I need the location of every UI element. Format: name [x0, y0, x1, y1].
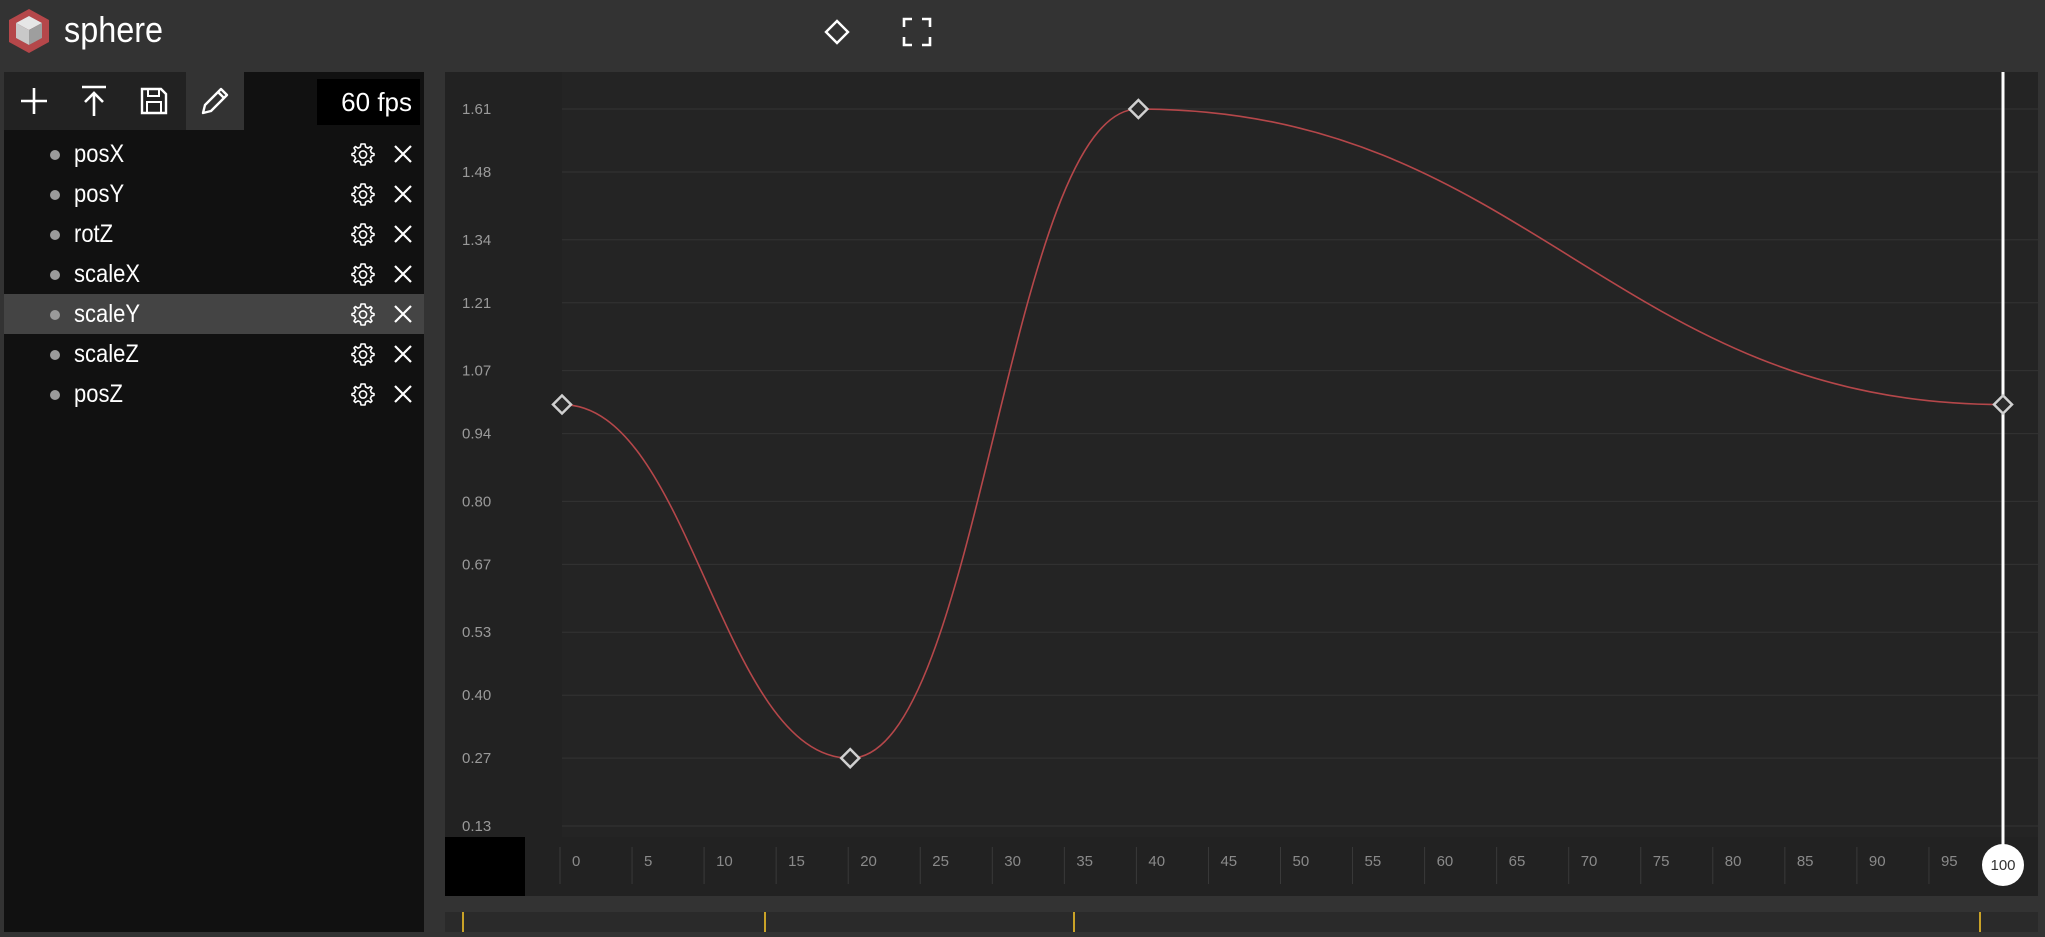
- track-dot: [50, 350, 60, 360]
- x-tick-label: 35: [1076, 853, 1093, 870]
- fullscreen-icon: [902, 17, 932, 47]
- gear-icon[interactable]: [351, 382, 375, 406]
- gear-icon[interactable]: [351, 142, 375, 166]
- x-tick-label: 30: [1004, 853, 1021, 870]
- gear-icon[interactable]: [351, 182, 375, 206]
- close-icon[interactable]: [392, 223, 414, 245]
- x-tick-label: 0: [572, 853, 580, 870]
- curve-graph[interactable]: 0.13 0.27 0.40 0.53 0.67 0.80 0.94 1.07 1.21 1.34…: [445, 72, 2038, 896]
- x-tick-label: 5: [644, 853, 652, 870]
- x-tick-label: 85: [1797, 853, 1814, 870]
- fullscreen-button[interactable]: [899, 14, 935, 50]
- x-tick-label: 10: [716, 853, 733, 870]
- x-tick-label: 75: [1653, 853, 1670, 870]
- pencil-icon: [201, 87, 229, 115]
- x-tick-label: 20: [860, 853, 877, 870]
- track-label: posY: [74, 180, 125, 208]
- track-label: rotZ: [74, 220, 114, 248]
- sidebar: 60 fps posX posY rotZ scaleX scaleY scaleZ pos…: [4, 72, 424, 932]
- y-tick-label: 0.80: [462, 493, 491, 510]
- y-tick-label: 0.67: [462, 556, 491, 573]
- curve-editor[interactable]: 0.13 0.27 0.40 0.53 0.67 0.80 0.94 1.07 1.21 1.34…: [445, 72, 2038, 896]
- track-item[interactable]: rotZ: [4, 214, 424, 254]
- track-label: scaleY: [74, 300, 141, 328]
- track-dot: [50, 230, 60, 240]
- keyframe-toggle-button[interactable]: [819, 14, 855, 50]
- timeline-ruler: [462, 912, 1981, 932]
- x-tick-label: 50: [1293, 853, 1310, 870]
- fps-display[interactable]: 60 fps: [317, 79, 420, 125]
- close-icon[interactable]: [392, 383, 414, 405]
- gear-icon[interactable]: [351, 222, 375, 246]
- track-label: scaleZ: [74, 340, 139, 368]
- y-axis-gutter: [445, 72, 562, 896]
- close-icon[interactable]: [392, 343, 414, 365]
- x-tick-label: 90: [1869, 853, 1886, 870]
- track-list: posX posY rotZ scaleX scaleY scaleZ posZ: [4, 134, 424, 414]
- x-tick-label: 65: [1509, 853, 1526, 870]
- track-label: scaleX: [74, 260, 141, 288]
- track-label: posZ: [74, 380, 123, 408]
- y-tick-label: 0.13: [462, 818, 491, 835]
- gear-icon[interactable]: [351, 262, 375, 286]
- add-track-button[interactable]: [5, 72, 63, 130]
- edit-button[interactable]: [186, 72, 244, 130]
- track-item[interactable]: posZ: [4, 374, 424, 414]
- track-item[interactable]: posY: [4, 174, 424, 214]
- track-dot: [50, 270, 60, 280]
- y-tick-label: 0.53: [462, 624, 491, 641]
- upload-icon: [82, 85, 106, 116]
- close-icon[interactable]: [392, 303, 414, 325]
- top-bar: sphere: [0, 0, 2045, 70]
- track-item[interactable]: scaleX: [4, 254, 424, 294]
- close-icon[interactable]: [392, 183, 414, 205]
- timeline-corner: [445, 837, 525, 896]
- x-tick-label: 45: [1220, 853, 1237, 870]
- toolbar-buttons: [4, 72, 244, 130]
- track-label: posX: [74, 140, 125, 168]
- y-tick-label: 1.61: [462, 101, 491, 118]
- y-tick-label: 1.21: [462, 295, 491, 312]
- diamond-icon: [824, 19, 850, 45]
- save-button[interactable]: [125, 72, 183, 130]
- track-item[interactable]: scaleZ: [4, 334, 424, 374]
- track-dot: [50, 390, 60, 400]
- close-icon[interactable]: [392, 263, 414, 285]
- cube-logo: [9, 9, 49, 53]
- track-dot: [50, 190, 60, 200]
- x-tick-label: 60: [1437, 853, 1454, 870]
- x-tick-label: 25: [932, 853, 949, 870]
- app-title: sphere: [64, 9, 164, 50]
- y-tick-label: 0.40: [462, 687, 491, 704]
- gear-icon[interactable]: [351, 342, 375, 366]
- x-tick-label: 80: [1725, 853, 1742, 870]
- y-tick-label: 1.48: [462, 164, 491, 181]
- x-tick-label: 70: [1581, 853, 1598, 870]
- x-tick-label: 40: [1148, 853, 1165, 870]
- track-item[interactable]: scaleY: [4, 294, 424, 334]
- track-item[interactable]: posX: [4, 134, 424, 174]
- track-dot: [50, 310, 60, 320]
- x-tick-label: 15: [788, 853, 805, 870]
- timeline-ruler-strip[interactable]: [445, 912, 2038, 932]
- save-icon: [140, 87, 168, 115]
- y-tick-label: 1.07: [462, 363, 491, 380]
- y-tick-label: 0.94: [462, 426, 491, 443]
- upload-button[interactable]: [65, 72, 123, 130]
- plus-icon: [21, 88, 47, 114]
- track-dot: [50, 150, 60, 160]
- track-toolbar: 60 fps: [4, 72, 424, 130]
- x-tick-label: 95: [1941, 853, 1958, 870]
- y-tick-label: 1.34: [462, 232, 491, 249]
- y-tick-label: 0.27: [462, 750, 491, 767]
- playhead-frame-label: 100: [1990, 857, 2015, 874]
- gear-icon[interactable]: [351, 302, 375, 326]
- close-icon[interactable]: [392, 143, 414, 165]
- x-tick-label: 55: [1365, 853, 1382, 870]
